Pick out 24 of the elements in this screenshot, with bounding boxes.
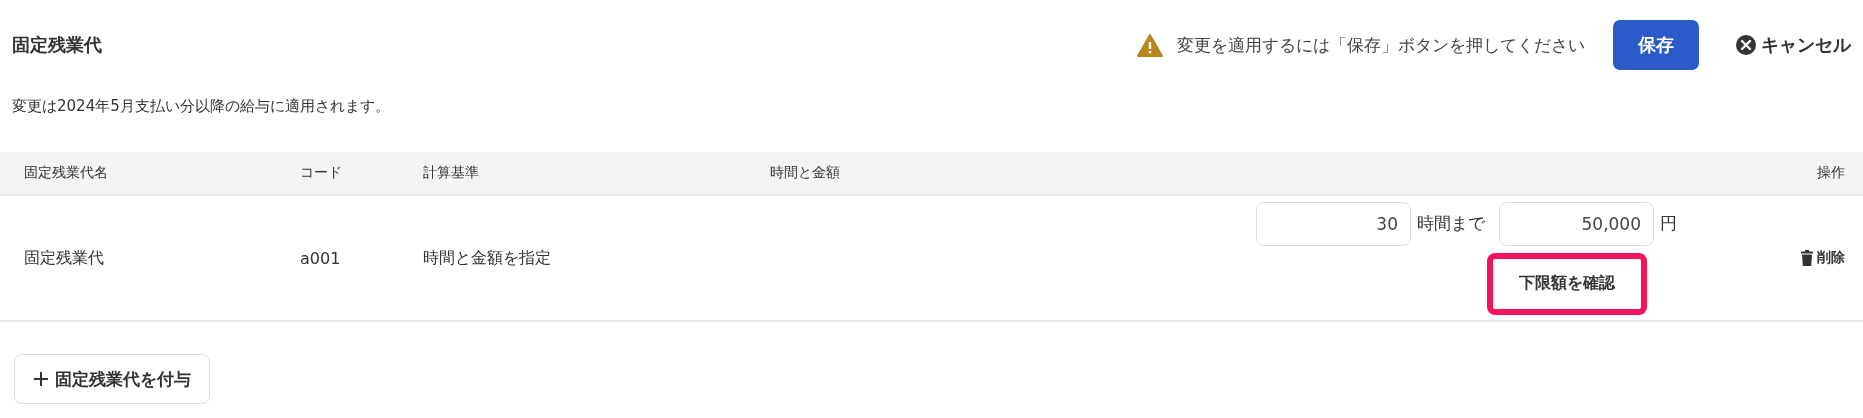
- column-header: 操作: [1817, 164, 1845, 182]
- hours-field[interactable]: 30: [1256, 201, 1411, 246]
- column-header: 計算基準: [423, 164, 480, 182]
- close-icon: [1735, 34, 1757, 56]
- save-button[interactable]: 保存: [1613, 20, 1699, 70]
- column-header: 固定残業代名: [24, 164, 109, 182]
- cancel-button[interactable]: キャンセル: [1735, 33, 1851, 57]
- description-text: 変更は2024年5月支払い分以降の給与に適用されます。: [11, 97, 391, 116]
- column-header: コード: [300, 164, 343, 182]
- warning-icon: [1137, 33, 1163, 57]
- table-cell-text: 時間と金額を指定: [423, 247, 552, 269]
- currency-label: 円: [1660, 212, 1677, 235]
- trash-icon: [1801, 250, 1813, 266]
- plus-icon: [33, 371, 49, 387]
- confirm-button[interactable]: 下限額を確認: [1487, 252, 1647, 315]
- table-cell-text: 固定残業代: [24, 247, 105, 269]
- amount-field[interactable]: 50,000: [1499, 201, 1654, 246]
- table-cell-text: a001: [300, 248, 342, 268]
- add-button[interactable]: 固定残業代を付与: [14, 354, 210, 404]
- notice-text: 変更を適用するには「保存」ボタンを押してください: [1177, 33, 1585, 57]
- hours-suffix: 時間まで: [1417, 212, 1485, 235]
- page-title: 固定残業代: [12, 33, 102, 57]
- column-header: 時間と金額: [770, 164, 841, 182]
- delete-button[interactable]: 削除: [1801, 249, 1845, 267]
